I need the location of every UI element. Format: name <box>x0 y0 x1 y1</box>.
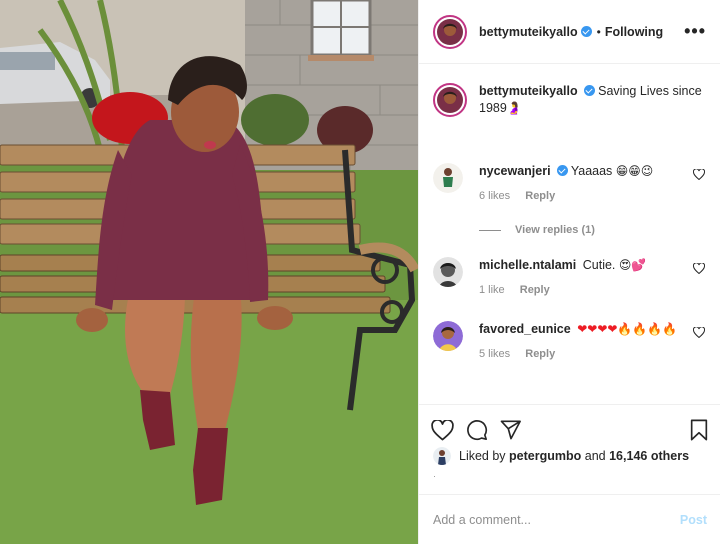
heart-icon[interactable] <box>431 419 454 441</box>
add-comment-bar: Post <box>419 494 720 544</box>
header-username[interactable]: bettymuteikyallo <box>479 25 578 39</box>
header-separator: • <box>596 24 601 39</box>
likes-summary: Liked by petergumbo and 16,146 others <box>419 447 720 465</box>
header-text: bettymuteikyallo • Following <box>479 25 663 39</box>
comment-body: nycewanjeri Yaaaas 😁😁😉 <box>479 163 683 180</box>
caption-emoji: 🤰 <box>506 101 522 115</box>
action-icons <box>419 405 720 445</box>
comment-text: Cutie. <box>582 258 616 272</box>
comment-emoji: ❤❤❤❤🔥🔥🔥🔥 <box>577 322 678 336</box>
comment-text: Yaaaas <box>570 164 613 178</box>
likes-count[interactable]: 16,146 others <box>609 449 689 463</box>
post-photo[interactable] <box>0 0 418 544</box>
comment-meta: 5 likes Reply <box>479 348 707 360</box>
comment-username[interactable]: michelle.ntalami <box>479 258 576 272</box>
post-timestamp: · <box>433 471 437 481</box>
comment-meta: 1 like Reply <box>479 284 707 296</box>
comment-icon[interactable] <box>466 419 488 441</box>
comment-avatar[interactable] <box>433 321 463 351</box>
instagram-post: bettymuteikyallo • Following ••• bettymu… <box>0 0 720 544</box>
view-replies-line <box>479 229 501 231</box>
comment-avatar[interactable] <box>433 163 463 193</box>
liker-avatar <box>433 447 451 465</box>
comment-username[interactable]: nycewanjeri <box>479 164 551 178</box>
comments-list: bettymuteikyallo Saving Lives since 1989… <box>419 65 720 403</box>
more-icon[interactable]: ••• <box>684 21 706 42</box>
following-button[interactable]: Following <box>605 25 663 39</box>
comment-emoji: 😍💕 <box>618 258 647 272</box>
caption-avatar-image <box>437 87 463 113</box>
comment-username[interactable]: favored_eunice <box>479 322 571 336</box>
post-side-panel: bettymuteikyallo • Following ••• bettymu… <box>418 0 720 544</box>
reply-button[interactable]: Reply <box>525 348 555 360</box>
likes-prefix: Liked by <box>459 449 506 463</box>
comment-likes[interactable]: 1 like <box>479 284 505 296</box>
comment-item: nycewanjeri Yaaaas 😁😁😉 6 likes Reply <box>433 163 707 202</box>
comment-body: michelle.ntalami Cutie. 😍💕 <box>479 257 683 274</box>
share-icon[interactable] <box>500 420 522 440</box>
post-comment-button[interactable]: Post <box>680 513 707 527</box>
reply-button[interactable]: Reply <box>520 284 550 296</box>
caption-avatar[interactable] <box>433 83 467 117</box>
comment-emoji: 😁😁😉 <box>615 164 654 178</box>
small-heart-icon[interactable] <box>693 327 705 338</box>
verified-badge-icon <box>556 165 568 176</box>
comment-avatar-image <box>433 321 463 351</box>
caption-username[interactable]: bettymuteikyallo <box>479 84 578 98</box>
post-header: bettymuteikyallo • Following ••• <box>419 0 720 64</box>
comment-likes[interactable]: 5 likes <box>479 348 510 360</box>
comment-body: favored_eunice ❤❤❤❤🔥🔥🔥🔥 <box>479 321 683 338</box>
post-actions: Liked by petergumbo and 16,146 others · <box>419 404 720 496</box>
view-replies-label: View replies (1) <box>515 224 595 236</box>
caption-body: bettymuteikyallo Saving Lives since 1989… <box>479 83 707 117</box>
liker-avatar-image <box>433 447 451 465</box>
verified-badge-icon <box>580 26 592 37</box>
bookmark-icon[interactable] <box>689 419 709 441</box>
comment-likes[interactable]: 6 likes <box>479 190 510 202</box>
comment-item: favored_eunice ❤❤❤❤🔥🔥🔥🔥 5 likes Reply <box>433 321 707 360</box>
post-photo-illustration <box>0 0 418 544</box>
small-heart-icon[interactable] <box>693 169 705 180</box>
reply-button[interactable]: Reply <box>525 190 555 202</box>
comment-item: michelle.ntalami Cutie. 😍💕 1 like Reply <box>433 257 707 296</box>
liker-username[interactable]: petergumbo <box>509 449 581 463</box>
likes-joiner: and <box>584 449 606 463</box>
caption: bettymuteikyallo Saving Lives since 1989… <box>433 83 707 117</box>
comment-meta: 6 likes Reply <box>479 190 707 202</box>
comment-avatar-image <box>433 163 463 193</box>
comment-avatar[interactable] <box>433 257 463 287</box>
verified-badge-icon <box>583 85 595 96</box>
comment-input[interactable] <box>433 512 680 527</box>
small-heart-icon[interactable] <box>693 263 705 274</box>
comment-avatar-image <box>433 257 463 287</box>
view-replies-button[interactable]: View replies (1) <box>479 224 595 236</box>
author-avatar-image <box>437 18 463 45</box>
author-avatar[interactable] <box>433 14 467 49</box>
